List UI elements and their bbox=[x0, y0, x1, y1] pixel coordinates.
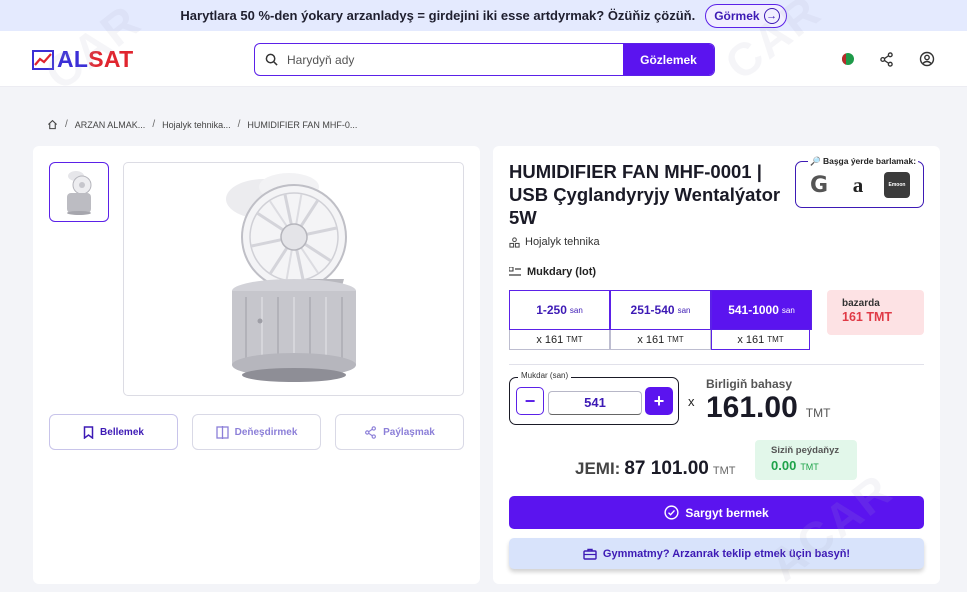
tier-price-3: x 161 TMT bbox=[711, 330, 810, 350]
share-icon[interactable] bbox=[879, 51, 894, 67]
bookmark-icon bbox=[83, 425, 94, 439]
profit-badge: Siziň peýdaňyz 0.00 TMT bbox=[755, 440, 857, 480]
product-title: HUMIDIFIER FAN MHF-0001 | USB Çyglandyry… bbox=[509, 161, 781, 228]
total-currency: TMT bbox=[712, 465, 736, 477]
profit-value: 0.00 bbox=[771, 458, 797, 473]
check-elsewhere-box: 🔎 Başga ýerde barlamak: G a Emoon bbox=[795, 156, 924, 208]
chart-logo-icon bbox=[32, 49, 54, 70]
share-button[interactable]: Paýlaşmak bbox=[335, 414, 464, 450]
tier-option-1[interactable]: 1-250 san bbox=[509, 290, 610, 330]
check-circle-icon bbox=[664, 505, 679, 520]
quantity-heading: Mukdary (lot) bbox=[509, 266, 596, 278]
google-icon[interactable]: G bbox=[806, 172, 832, 198]
search-button[interactable]: Gözlemek bbox=[623, 44, 714, 75]
quantity-input[interactable]: 541 bbox=[548, 391, 642, 415]
arrow-right-icon: → bbox=[763, 7, 780, 24]
market-price-badge: bazarda 161 TMT bbox=[827, 290, 924, 335]
category-icon bbox=[509, 236, 520, 248]
bookmark-button[interactable]: Bellemek bbox=[49, 414, 178, 450]
promo-text: Harytlara 50 %-den ýokary arzanladyş = g… bbox=[180, 8, 696, 23]
tier-option-2[interactable]: 251-540 san bbox=[610, 290, 711, 330]
category-label: Hojalyk tehnika bbox=[525, 236, 600, 248]
home-icon[interactable] bbox=[47, 119, 58, 130]
breadcrumb-item[interactable]: Hojalyk tehnika... bbox=[162, 120, 231, 130]
share-label: Paýlaşmak bbox=[383, 426, 435, 438]
search-icon bbox=[255, 44, 287, 75]
decrease-quantity-button[interactable]: − bbox=[516, 387, 544, 415]
product-gallery: Bellemek Deňeşdirmek Paýlaşmak bbox=[33, 146, 480, 584]
quantity-stepper: Mukdar (san) − 541 + bbox=[509, 371, 679, 425]
store-icons: G a Emoon bbox=[806, 172, 910, 198]
amazon-icon[interactable]: a bbox=[845, 172, 871, 198]
product-details: HUMIDIFIER FAN MHF-0001 | USB Çyglandyry… bbox=[493, 146, 940, 584]
divider bbox=[509, 364, 924, 365]
tier-option-3-selected[interactable]: 541-1000 san bbox=[711, 290, 812, 330]
top-header: ALSAT Gözlemek bbox=[0, 31, 967, 87]
tier-price-2: x 161 TMT bbox=[610, 330, 711, 350]
offer-cheaper-button[interactable]: Gymmatmy? Arzanrak teklip etmek üçin bas… bbox=[509, 538, 924, 569]
unit-price: 161.00 TMT bbox=[706, 391, 830, 425]
emoon-icon[interactable]: Emoon bbox=[884, 172, 910, 198]
promo-see-label: Görmek bbox=[714, 8, 760, 23]
total-label: JEMI: bbox=[575, 459, 621, 478]
product-thumbnail[interactable] bbox=[49, 162, 109, 222]
place-order-button[interactable]: Sargyt bermek bbox=[509, 496, 924, 529]
breadcrumb-item-current: HUMIDIFIER FAN MHF-0... bbox=[247, 119, 358, 130]
place-order-label: Sargyt bermek bbox=[685, 505, 769, 520]
fan-thumbnail-image bbox=[67, 171, 92, 215]
breadcrumb-item[interactable]: ARZAN ALMAK... bbox=[75, 120, 146, 130]
unit-price-value: 161.00 bbox=[706, 391, 798, 424]
unit-price-currency: TMT bbox=[805, 406, 831, 420]
list-icon bbox=[509, 267, 521, 276]
product-main-image[interactable] bbox=[123, 162, 464, 396]
breadcrumb-separator: / bbox=[65, 119, 68, 130]
compare-label: Deňeşdirmek bbox=[234, 426, 298, 438]
search-bar: Gözlemek bbox=[254, 43, 715, 76]
logo-text: ALSAT bbox=[57, 46, 134, 72]
compare-button[interactable]: Deňeşdirmek bbox=[192, 414, 321, 450]
breadcrumb-separator: / bbox=[237, 119, 241, 130]
logo[interactable]: ALSAT bbox=[32, 46, 133, 73]
market-price-label: bazarda bbox=[842, 298, 880, 309]
profit-amount: 0.00 TMT bbox=[771, 458, 857, 473]
bookmark-label: Bellemek bbox=[100, 426, 144, 438]
increase-quantity-button[interactable]: + bbox=[645, 387, 673, 415]
profit-label: Siziň peýdaňyz bbox=[771, 445, 840, 456]
share-icon bbox=[365, 425, 377, 439]
briefcase-icon bbox=[583, 548, 597, 560]
profit-currency: TMT bbox=[800, 462, 819, 472]
check-elsewhere-label: 🔎 Başga ýerde barlamak: bbox=[808, 156, 919, 167]
breadcrumb: / ARZAN ALMAK... / Hojalyk tehnika... / … bbox=[47, 119, 357, 130]
breadcrumb-separator: / bbox=[152, 119, 156, 130]
search-input[interactable] bbox=[287, 44, 623, 75]
market-price-value: 161 TMT bbox=[842, 310, 893, 324]
tier-price-1: x 161 TMT bbox=[509, 330, 610, 350]
promo-banner: Harytlara 50 %-den ýokary arzanladyş = g… bbox=[0, 0, 967, 31]
total-value: 87 101.00 bbox=[624, 458, 709, 479]
language-flag-icon[interactable] bbox=[842, 53, 854, 65]
product-category[interactable]: Hojalyk tehnika bbox=[509, 236, 600, 248]
compare-icon bbox=[215, 425, 229, 439]
offer-cheaper-label: Gymmatmy? Arzanrak teklip etmek üçin bas… bbox=[602, 547, 851, 560]
user-account-icon[interactable] bbox=[919, 51, 935, 67]
promo-see-button[interactable]: Görmek → bbox=[705, 3, 787, 28]
humidifier-fan-image bbox=[225, 173, 356, 382]
unit-price-label: Birligiň bahasy bbox=[706, 377, 793, 391]
header-icons bbox=[842, 51, 935, 67]
total-price: JEMI: 87 101.00 TMT bbox=[575, 458, 735, 480]
multiply-sign: x bbox=[688, 394, 695, 409]
quantity-stepper-label: Mukdar (san) bbox=[518, 371, 572, 380]
quantity-heading-label: Mukdary (lot) bbox=[527, 266, 597, 278]
